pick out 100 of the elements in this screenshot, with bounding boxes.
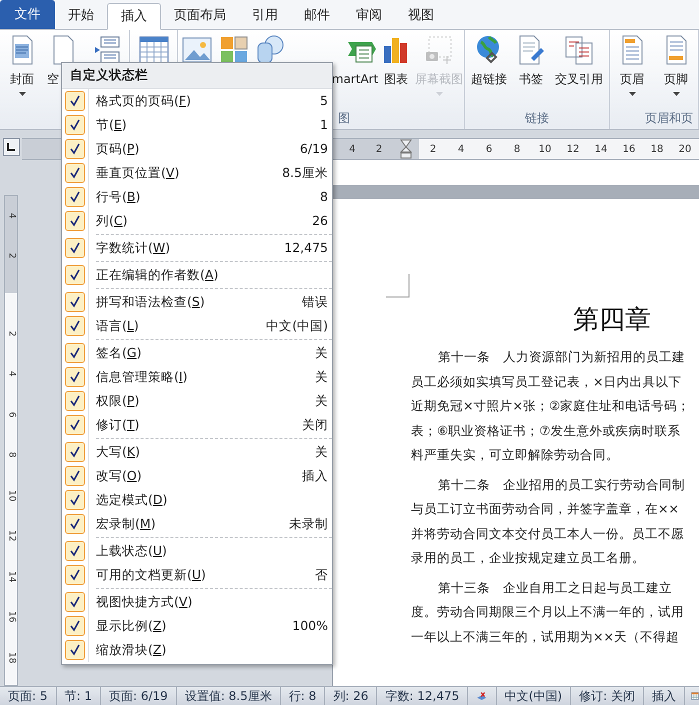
- menu-item[interactable]: 改写(O) 插入: [62, 464, 332, 488]
- status-item[interactable]: 行: 8: [280, 687, 326, 705]
- menu-item[interactable]: 拼写和语法检查(S) 错误: [62, 290, 332, 314]
- status-item[interactable]: 修订: 关闭: [571, 687, 644, 705]
- ruler-number: 4: [6, 213, 18, 219]
- check-icon: [69, 446, 81, 458]
- menu-checkbox[interactable]: [65, 442, 85, 462]
- ribbon-button-label[interactable]: martArt: [332, 70, 378, 88]
- menu-item[interactable]: 列(C) 26: [62, 209, 332, 233]
- menu-item[interactable]: 大写(K) 关: [62, 440, 332, 464]
- menu-checkbox[interactable]: [65, 292, 85, 312]
- menu-item-label: 签名(G): [96, 344, 142, 362]
- menu-checkbox[interactable]: [65, 265, 85, 285]
- layout-icon[interactable]: [690, 689, 699, 703]
- tab-selector-button[interactable]: [2, 138, 20, 156]
- menu-item[interactable]: 修订(T) 关闭: [62, 413, 332, 437]
- ribbon-tab[interactable]: 开始: [55, 2, 107, 29]
- menu-checkbox[interactable]: [65, 91, 85, 111]
- menu-item[interactable]: 视图快捷方式(V): [62, 590, 332, 614]
- menu-checkbox[interactable]: [65, 367, 85, 387]
- ribbon-button-label[interactable]: 图表: [384, 70, 408, 88]
- ribbon-button-label[interactable]: 空: [47, 70, 59, 88]
- ribbon-button-label[interactable]: 页眉: [620, 70, 644, 88]
- ruler-number: 12: [6, 530, 18, 542]
- file-tab[interactable]: 文件: [0, 0, 55, 29]
- menu-item[interactable]: 页码(P) 6/19: [62, 137, 332, 161]
- menu-item[interactable]: 权限(P) 关: [62, 389, 332, 413]
- menu-item[interactable]: 宏录制(M) 未录制: [62, 512, 332, 536]
- ribbon-tab[interactable]: 邮件: [291, 2, 343, 29]
- menu-item-label: 选定模式(D): [96, 490, 168, 509]
- ribbon-tab[interactable]: 页面布局: [161, 2, 239, 29]
- check-icon: [69, 596, 81, 608]
- menu-checkbox[interactable]: [65, 514, 85, 534]
- menu-checkbox[interactable]: [65, 187, 85, 207]
- menu-checkbox[interactable]: [65, 343, 85, 363]
- status-item[interactable]: 字数: 12,475: [377, 687, 468, 705]
- menu-item-label: 格式页的页码(F): [96, 92, 191, 110]
- ruler-number: 18: [650, 142, 664, 156]
- menu-item[interactable]: 正在编辑的作者数(A): [62, 263, 332, 287]
- menu-checkbox[interactable]: [65, 640, 85, 660]
- menu-item[interactable]: 字数统计(W) 12,475: [62, 236, 332, 260]
- menu-item[interactable]: 垂直页位置(V) 8.5厘米: [62, 161, 332, 185]
- indent-marker-icon[interactable]: [400, 139, 412, 159]
- status-item[interactable]: 页面: 6/19: [101, 687, 177, 705]
- menu-checkbox[interactable]: [65, 616, 85, 636]
- status-item[interactable]: 设置值: 8.5厘米: [176, 687, 281, 705]
- menu-item[interactable]: 信息管理策略(I) 关: [62, 365, 332, 389]
- menu-checkbox[interactable]: [65, 139, 85, 159]
- check-icon: [69, 569, 81, 581]
- menu-item[interactable]: 可用的文档更新(U) 否: [62, 563, 332, 587]
- ribbon-button-label[interactable]: 页脚: [664, 70, 688, 88]
- ruler-number: 2: [428, 142, 438, 156]
- ribbon-button-label[interactable]: 书签: [519, 70, 543, 88]
- ribbon-tab[interactable]: 引用: [239, 2, 291, 29]
- ribbon-button-label[interactable]: 封面: [10, 70, 34, 88]
- menu-checkbox[interactable]: [65, 541, 85, 561]
- ruler-number: 20: [678, 142, 692, 156]
- paragraph-line: 近期免冠×寸照片×张；②家庭住址和电话号码；: [411, 397, 692, 415]
- menu-checkbox[interactable]: [65, 565, 85, 585]
- menu-checkbox[interactable]: [65, 115, 85, 135]
- menu-checkbox[interactable]: [65, 592, 85, 612]
- ruler-number: 8: [6, 452, 18, 458]
- ribbon-tab[interactable]: 审阅: [343, 2, 395, 29]
- menu-item[interactable]: 行号(B) 8: [62, 185, 332, 209]
- menu-item[interactable]: 格式页的页码(F) 5: [62, 89, 332, 113]
- menu-item[interactable]: 签名(G) 关: [62, 341, 332, 365]
- menu-item[interactable]: 显示比例(Z) 100%: [62, 614, 332, 638]
- ruler-number: 12: [566, 142, 580, 156]
- dropdown-caret-icon: [436, 92, 443, 96]
- menu-item-label: 改写(O): [96, 466, 142, 485]
- menu-item[interactable]: 语言(L) 中文(中国): [62, 314, 332, 338]
- menu-item[interactable]: 节(E) 1: [62, 113, 332, 137]
- status-item[interactable]: 节: 1: [56, 687, 101, 705]
- status-item[interactable]: 列: 26: [325, 687, 378, 705]
- menu-checkbox[interactable]: [65, 238, 85, 258]
- status-item[interactable]: 插入: [644, 687, 685, 705]
- menu-checkbox[interactable]: [65, 391, 85, 411]
- menu-checkbox[interactable]: [65, 316, 85, 336]
- status-item[interactable]: 页面: 5: [0, 687, 56, 705]
- menu-checkbox[interactable]: [65, 466, 85, 486]
- check-icon: [69, 143, 81, 155]
- menu-item[interactable]: 选定模式(D): [62, 488, 332, 512]
- ribbon-button-label[interactable]: 交叉引用: [555, 70, 603, 88]
- check-icon: [69, 191, 81, 203]
- menu-checkbox[interactable]: [65, 211, 85, 231]
- menu-item[interactable]: 缩放滑块(Z): [62, 638, 332, 662]
- menu-item-value: 8.5厘米: [282, 164, 328, 182]
- check-icon: [69, 545, 81, 557]
- ribbon-button-label[interactable]: 超链接: [471, 70, 507, 88]
- check-icon: [69, 347, 81, 359]
- ribbon-tab[interactable]: 插入: [107, 3, 161, 30]
- menu-checkbox[interactable]: [65, 163, 85, 183]
- menu-checkbox[interactable]: [65, 415, 85, 435]
- menu-checkbox[interactable]: [65, 490, 85, 510]
- menu-item-value: 未录制: [289, 514, 328, 533]
- menu-item[interactable]: 上载状态(U): [62, 539, 332, 563]
- status-item[interactable]: 中文(中国): [496, 687, 572, 705]
- paragraph-line: 员工必须如实填写员工登记表，×日内出具以下: [411, 372, 682, 390]
- menu-item-value: 1: [320, 116, 328, 134]
- ribbon-tab[interactable]: 视图: [395, 2, 447, 29]
